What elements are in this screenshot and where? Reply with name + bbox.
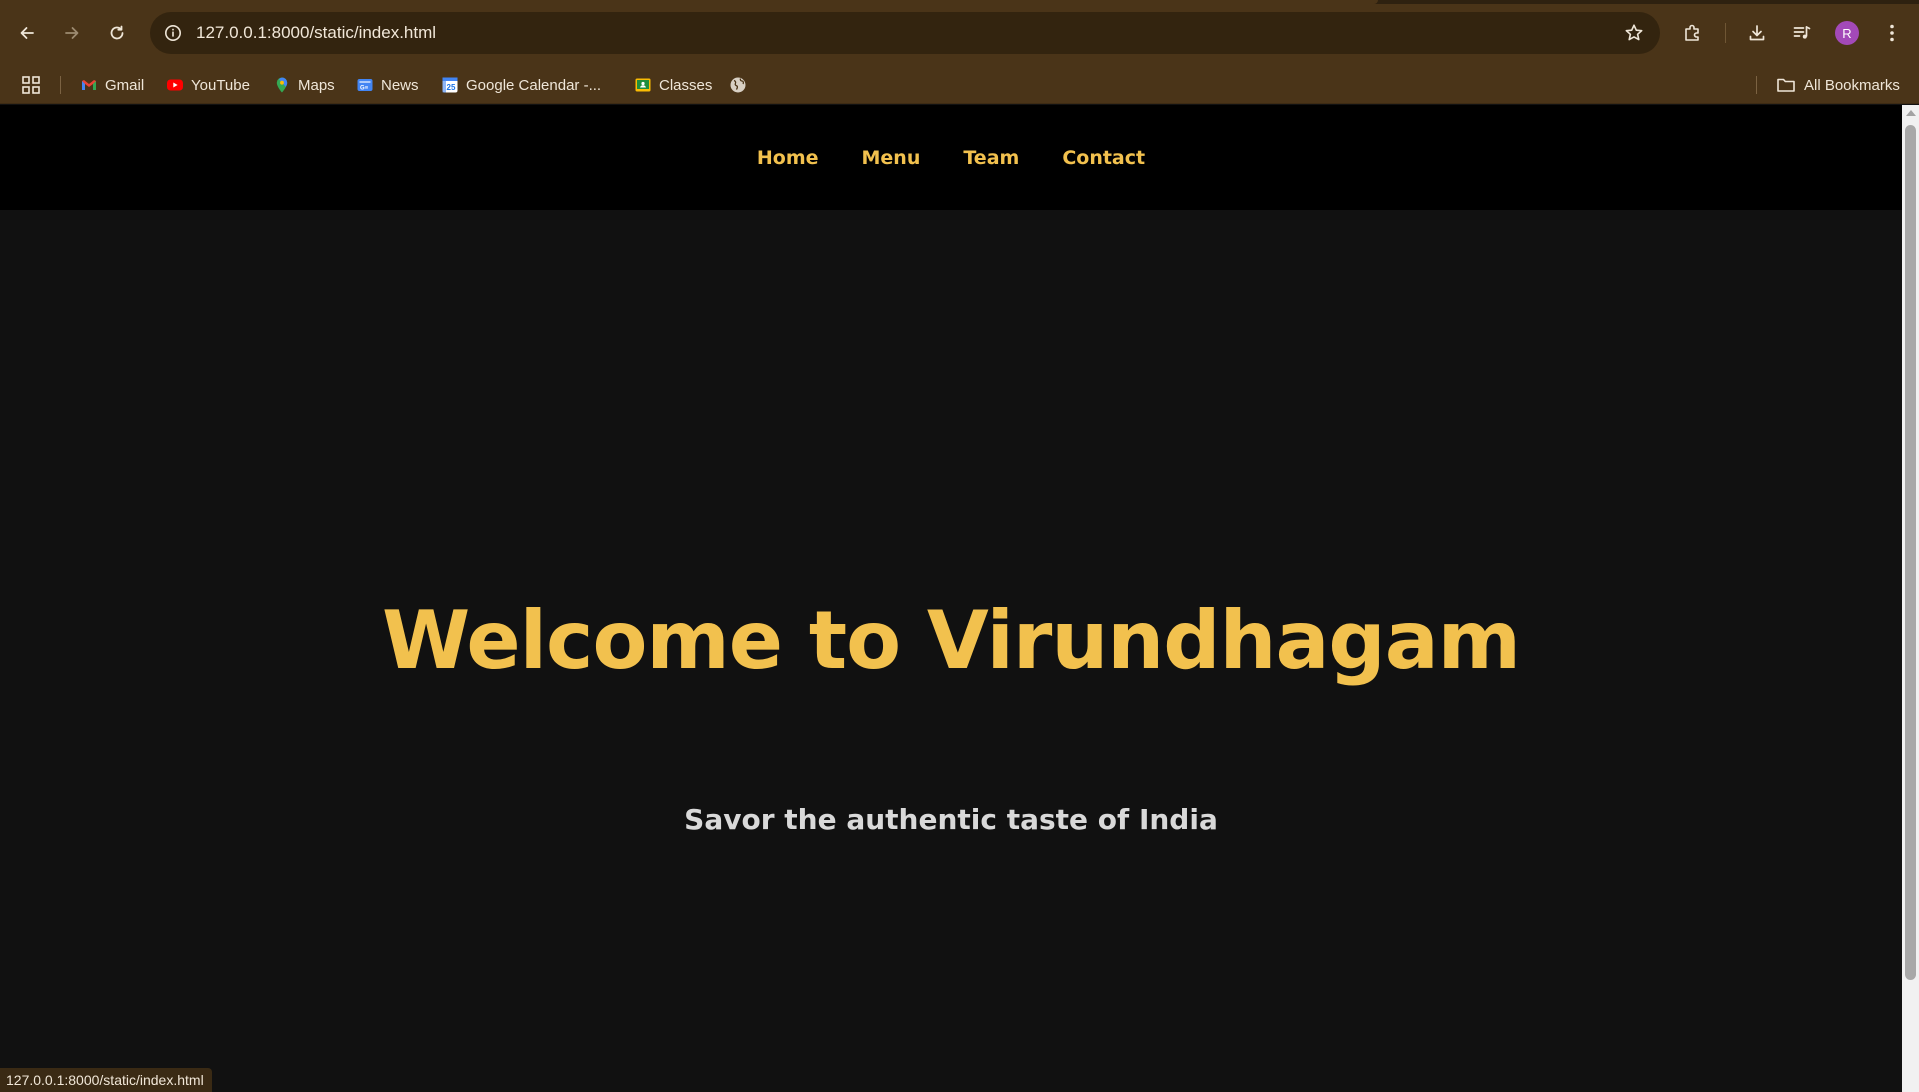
bookmarks-divider-right: [1756, 76, 1757, 94]
nav-link-contact[interactable]: Contact: [1062, 147, 1145, 169]
tab-strip: [0, 0, 1919, 4]
url-text[interactable]: 127.0.0.1:8000/static/index.html: [196, 12, 436, 54]
classroom-icon: [635, 78, 651, 92]
site-info-button[interactable]: [160, 20, 186, 46]
bookmark-label: Gmail: [105, 76, 145, 94]
bookmarks-bar: Gmail YouTube Maps G≡ News 25 Google Cal…: [0, 66, 1919, 104]
youtube-icon: [167, 79, 183, 91]
info-icon: [165, 25, 181, 41]
page-viewport: Home Menu Team Contact Welcome to Virund…: [0, 105, 1902, 1092]
calendar-icon: 25: [442, 77, 458, 93]
bookmark-globe[interactable]: [729, 72, 754, 98]
bookmark-classes[interactable]: Classes: [634, 72, 712, 98]
bookmark-star-button[interactable]: [1622, 21, 1646, 45]
bookmark-label: YouTube: [191, 76, 250, 94]
svg-text:25: 25: [447, 83, 456, 92]
site-navbar: Home Menu Team Contact: [0, 105, 1902, 210]
link-status-bubble: 127.0.0.1:8000/static/index.html: [0, 1068, 212, 1092]
downloads-button[interactable]: [1739, 15, 1775, 51]
hero-subtitle: Savor the authentic taste of India: [684, 803, 1218, 836]
gmail-icon: [82, 80, 96, 90]
bookmark-gmail[interactable]: Gmail: [80, 72, 144, 98]
svg-text:G≡: G≡: [360, 86, 369, 92]
scroll-up-arrow-icon[interactable]: [1906, 110, 1916, 116]
hero-title: Welcome to Virundhagam: [381, 594, 1521, 687]
kebab-menu-icon: [1890, 24, 1894, 42]
news-icon: G≡: [357, 79, 373, 92]
address-bar[interactable]: 127.0.0.1:8000/static/index.html: [150, 12, 1660, 54]
active-tab[interactable]: [0, 0, 1378, 4]
all-bookmarks-label: All Bookmarks: [1804, 76, 1900, 94]
bookmark-news[interactable]: G≡ News: [356, 72, 419, 98]
nav-list: Home Menu Team Contact: [757, 147, 1145, 169]
bookmarks-divider: [60, 76, 61, 94]
scrollbar-thumb[interactable]: [1905, 125, 1916, 980]
maps-icon: [276, 77, 288, 93]
star-icon: [1625, 24, 1643, 41]
download-icon: [1749, 25, 1765, 41]
bookmark-google-calendar[interactable]: 25 Google Calendar -...: [441, 72, 601, 98]
back-button[interactable]: [9, 15, 45, 51]
arrow-left-icon: [20, 27, 34, 39]
playlist-music-icon: [1793, 26, 1811, 39]
arrow-right-icon: [65, 27, 79, 39]
bookmark-label: Maps: [298, 76, 335, 94]
extensions-button[interactable]: [1675, 15, 1711, 51]
puzzle-icon: [1685, 24, 1699, 41]
apps-grid-icon[interactable]: [20, 74, 42, 96]
bookmark-label: News: [381, 76, 419, 94]
bookmark-label: Google Calendar -...: [466, 76, 602, 94]
globe-icon: [730, 77, 746, 93]
reload-button[interactable]: [99, 15, 135, 51]
page-scrollbar[interactable]: [1902, 105, 1919, 1092]
browser-menu-button[interactable]: [1874, 15, 1910, 51]
bookmark-maps[interactable]: Maps: [273, 72, 335, 98]
toolbar-divider: [1725, 23, 1726, 43]
folder-icon: [1777, 78, 1795, 92]
nav-link-home[interactable]: Home: [757, 147, 819, 169]
reload-icon: [110, 25, 124, 40]
profile-avatar[interactable]: R: [1835, 21, 1859, 45]
browser-toolbar: 127.0.0.1:8000/static/index.html R: [0, 0, 1919, 66]
nav-link-team[interactable]: Team: [963, 147, 1019, 169]
nav-link-menu[interactable]: Menu: [862, 147, 921, 169]
bookmark-youtube[interactable]: YouTube: [166, 72, 250, 98]
all-bookmarks-button[interactable]: All Bookmarks: [1776, 72, 1900, 98]
media-controls-button[interactable]: [1784, 15, 1820, 51]
bookmark-label: Classes: [659, 76, 713, 94]
forward-button[interactable]: [54, 15, 90, 51]
